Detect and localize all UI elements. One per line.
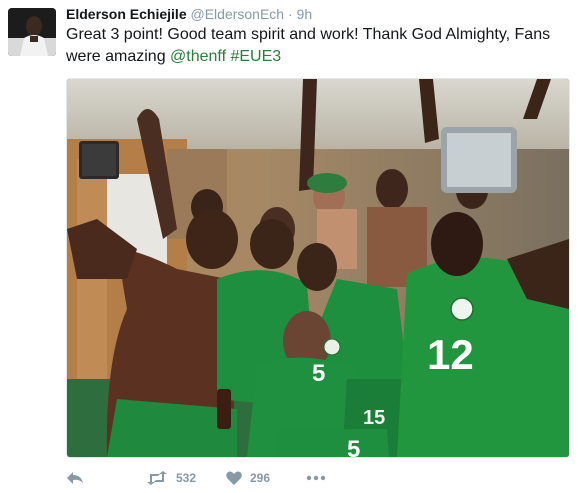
jersey-number: 15 — [363, 407, 385, 429]
heart-icon — [226, 471, 242, 485]
team-selfie-photo: 5 15 12 5 — [67, 79, 569, 457]
reply-icon — [67, 472, 83, 484]
like-count: 296 — [250, 471, 271, 485]
more-icon — [306, 475, 326, 481]
jersey-number: 5 — [347, 436, 360, 457]
mention-link[interactable]: @thenff — [170, 48, 226, 65]
retweet-icon — [147, 471, 167, 485]
author-handle[interactable]: @EldersonEch — [191, 6, 285, 22]
jersey-number: 12 — [427, 331, 474, 378]
like-button[interactable]: 296 — [226, 471, 306, 485]
reply-button[interactable] — [66, 471, 146, 485]
avatar[interactable] — [8, 8, 56, 56]
jersey-number: 5 — [312, 360, 325, 387]
more-button[interactable] — [306, 475, 326, 481]
tweet-actions: 532 296 — [66, 466, 326, 490]
retweet-count: 532 — [176, 471, 197, 485]
separator-dot: · — [287, 6, 293, 22]
tweet-text: Great 3 point! Good team spirit and work… — [66, 24, 566, 68]
retweet-button[interactable]: 532 — [146, 471, 226, 485]
author-name[interactable]: Elderson Echiejile — [66, 6, 187, 22]
tweet-header: Elderson Echiejile @EldersonEch · 9h — [66, 5, 570, 23]
tweet-body: Great 3 point! Good team spirit and work… — [66, 26, 551, 65]
hashtag-link[interactable]: #EUE3 — [230, 48, 281, 65]
tweet-photo[interactable]: 5 15 12 5 — [66, 78, 570, 458]
tweet-timestamp[interactable]: 9h — [297, 6, 313, 22]
avatar-image — [8, 8, 56, 56]
